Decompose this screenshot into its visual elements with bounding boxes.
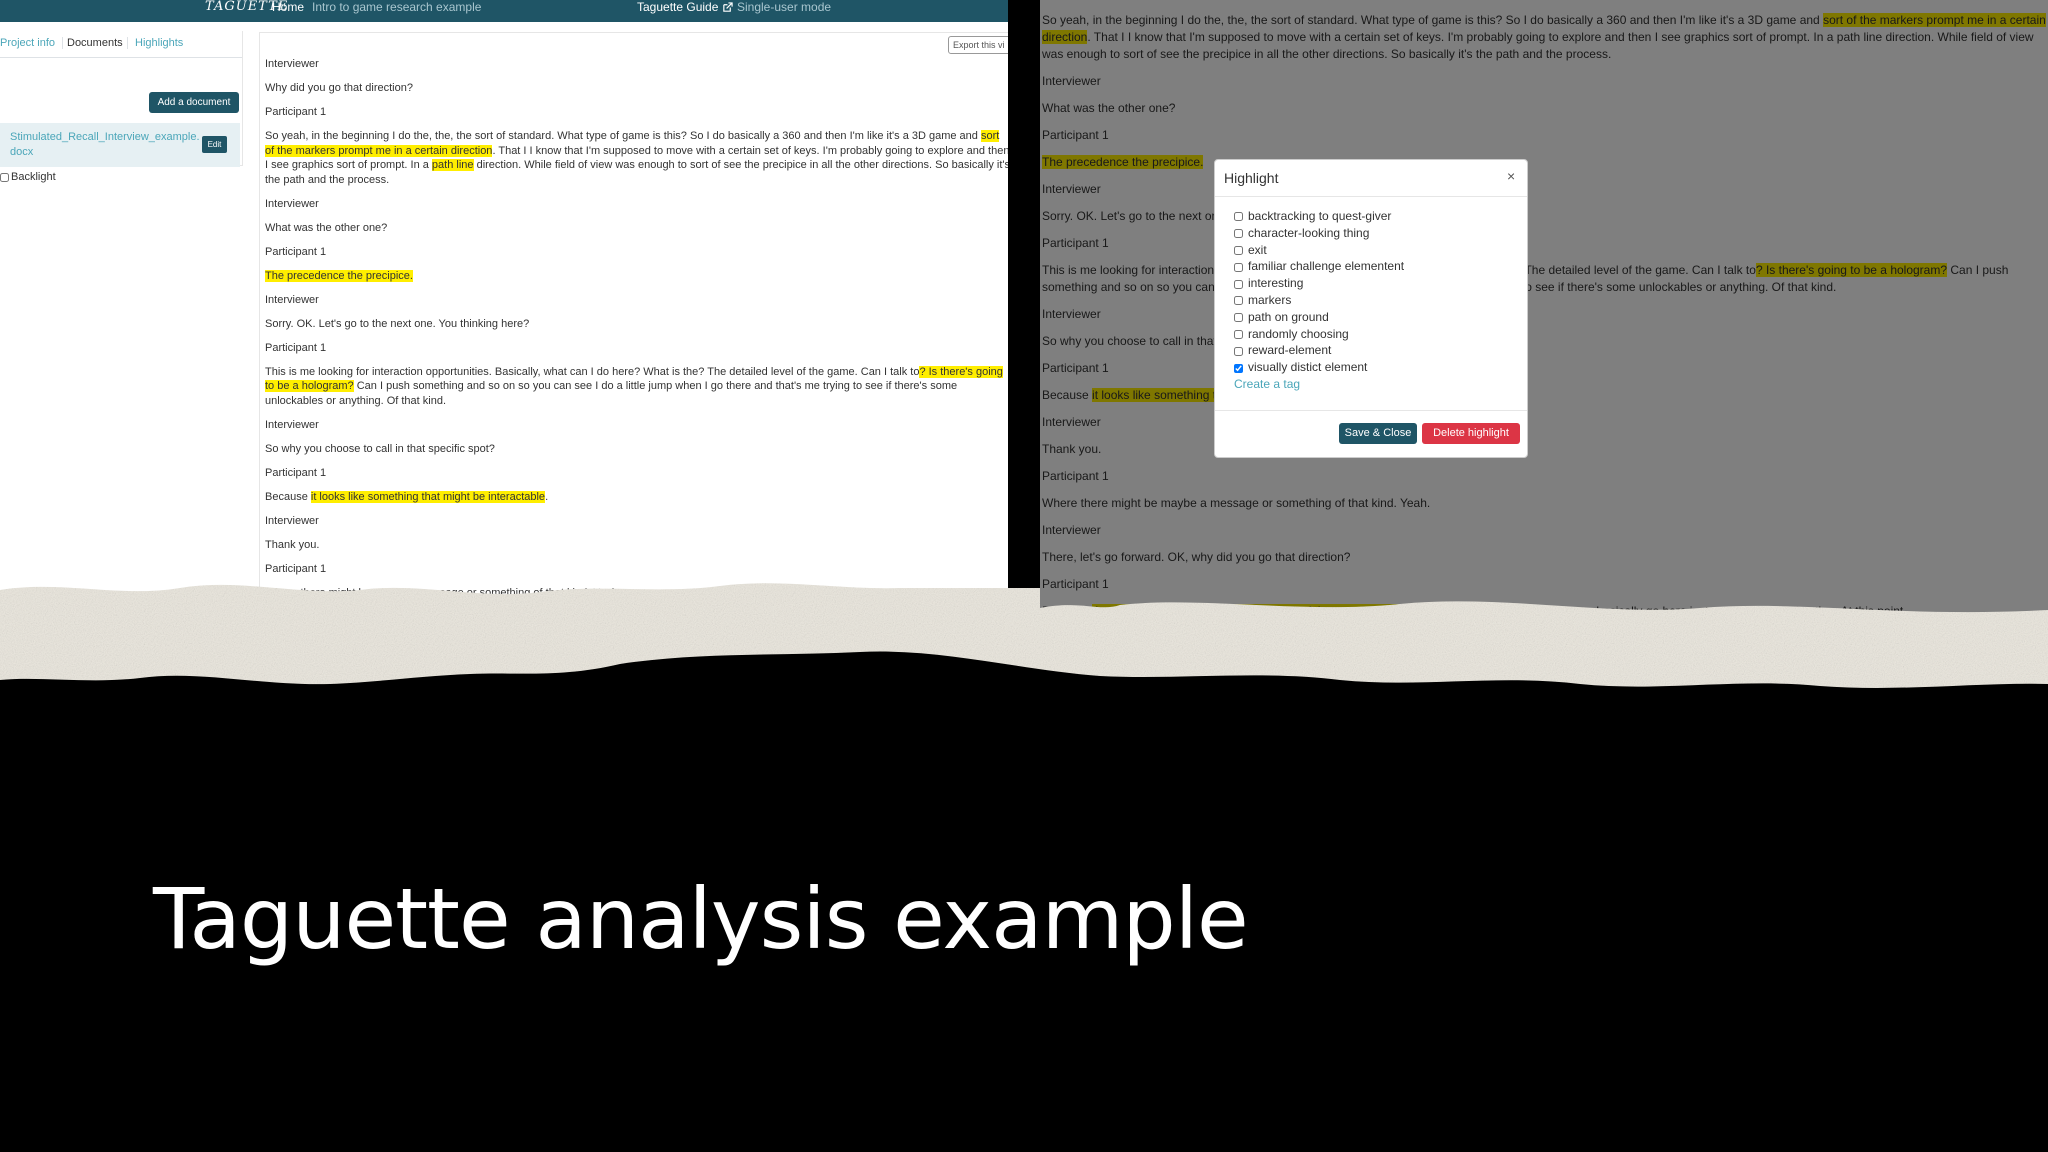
add-document-button[interactable]: Add a document [149,92,239,113]
tag-option[interactable]: character-looking thing [1234,225,1404,242]
tag-option[interactable]: interesting [1234,275,1404,292]
tag-checkbox[interactable] [1234,363,1243,373]
nav-project-link[interactable]: Intro to game research example [312,0,481,14]
backlight-checkbox[interactable] [0,172,9,182]
nav-guide-link[interactable]: Taguette Guide [637,0,733,14]
text-span: Can I push something and so on so you ca… [265,380,958,407]
tag-label: interesting [1248,276,1304,291]
tag-checkbox[interactable] [1234,296,1243,306]
tag-checkbox[interactable] [1234,346,1243,356]
text-span: . [545,490,549,503]
tag-checkbox[interactable] [1234,212,1243,222]
transcript-paragraph: Thank you. [265,538,320,551]
save-close-button[interactable]: Save & Close [1339,423,1417,444]
tag-label: character-looking thing [1248,225,1370,240]
tag-checkbox[interactable] [1234,329,1243,339]
tag-label: markers [1248,292,1292,307]
tag-option[interactable]: markers [1234,292,1404,309]
sidebar: Project info Documents Highlights Add a … [0,31,243,183]
sidebar-tabs: Project info Documents Highlights [0,31,242,58]
modal-title: Highlight [1224,170,1279,186]
close-icon[interactable]: × [1507,168,1515,184]
transcript: Interviewer Why did you go that direction… [265,57,1008,634]
transcript-paragraph: Because it looks like something that mig… [265,490,1008,505]
tag-checkbox[interactable] [1234,313,1243,323]
tab-highlights[interactable]: Highlights [135,37,183,49]
speaker-label: Interviewer [265,293,319,306]
speaker-label: Interviewer [265,418,319,431]
tag-option[interactable]: exit [1234,242,1404,259]
tag-label: visually distict element [1248,360,1368,375]
speaker-label: Participant 1 [265,341,327,354]
transcript-paragraph: What was the other one? [265,221,388,234]
transcript-paragraph: The precedence the precipice. [265,269,1008,284]
highlight-span[interactable]: The precedence the precipice. [265,269,413,282]
tag-option[interactable]: visually distict element [1234,359,1404,376]
speaker-label: Interviewer [265,514,319,527]
guide-label: Taguette Guide [637,0,719,14]
transcript-paragraph: So yeah, in the beginning I do the, the,… [265,129,1008,187]
tag-label: exit [1248,242,1267,257]
document-list-item[interactable]: Stimulated_Recall_Interview_example.docx… [0,123,240,167]
torn-paper-edge [0,583,2048,740]
tag-label: path on ground [1248,309,1329,324]
text-span: This is me looking for interaction oppor… [265,365,920,378]
tag-checkbox[interactable] [1234,262,1243,272]
tag-label: familiar challenge elementent [1248,259,1405,274]
tag-label: reward-element [1248,343,1332,358]
transcript-paragraph: This is me looking for interaction oppor… [265,365,1008,409]
tag-option[interactable]: path on ground [1234,309,1404,326]
tag-checkbox[interactable] [1234,245,1243,255]
highlight-modal: Highlight × backtracking to quest-giver c… [1214,159,1528,458]
external-link-icon [722,2,733,13]
slide-title: Taguette analysis example [153,870,1249,968]
modal-header: Highlight × [1215,160,1527,197]
tag-option[interactable]: backtracking to quest-giver [1234,208,1404,225]
highlight-span[interactable]: it looks like something that might be in… [310,490,546,503]
create-tag-link[interactable]: Create a tag [1234,376,1404,393]
edit-document-button[interactable]: Edit [202,136,227,153]
tag-checkbox[interactable] [1234,279,1243,289]
transcript-paragraph: So why you choose to call in that specif… [265,442,495,455]
highlight-span[interactable]: path line [431,159,474,171]
speaker-label: Participant 1 [265,466,327,479]
nav-home-link[interactable]: Home [272,0,304,14]
transcript-paragraph: Sorry. OK. Let's go to the next one. You… [265,317,530,330]
navbar: TAGUETTE Home Intro to game research exa… [0,0,1008,22]
modal-footer: Save & Close Delete highlight [1215,410,1527,458]
tag-label: randomly choosing [1248,326,1349,341]
speaker-label: Interviewer [265,197,319,210]
delete-highlight-button[interactable]: Delete highlight [1422,423,1520,444]
tab-documents[interactable]: Documents [62,37,128,49]
document-name-link[interactable]: Stimulated_Recall_Interview_example.docx [10,130,205,160]
tag-option[interactable]: familiar challenge elementent [1234,258,1404,275]
speaker-label: Interviewer [265,58,319,70]
speaker-label: Participant 1 [265,245,327,258]
text-span: So yeah, in the beginning I do the, the,… [265,130,981,142]
tab-project-info[interactable]: Project info [0,37,55,49]
tag-option[interactable]: reward-element [1234,342,1404,359]
tag-option[interactable]: randomly choosing [1234,326,1404,343]
tag-list: backtracking to quest-giver character-loo… [1234,208,1404,393]
backlight-label: Backlight [11,171,56,183]
text-span: Because [265,490,311,503]
transcript-paragraph: Why did you go that direction? [265,82,413,94]
nav-mode-label: Single-user mode [737,0,832,14]
export-button[interactable]: Export this vi [948,36,1008,54]
tag-label: backtracking to quest-giver [1248,209,1392,223]
speaker-label: Participant 1 [265,106,327,118]
tag-checkbox[interactable] [1234,229,1243,239]
backlight-toggle[interactable]: Backlight [0,171,56,183]
